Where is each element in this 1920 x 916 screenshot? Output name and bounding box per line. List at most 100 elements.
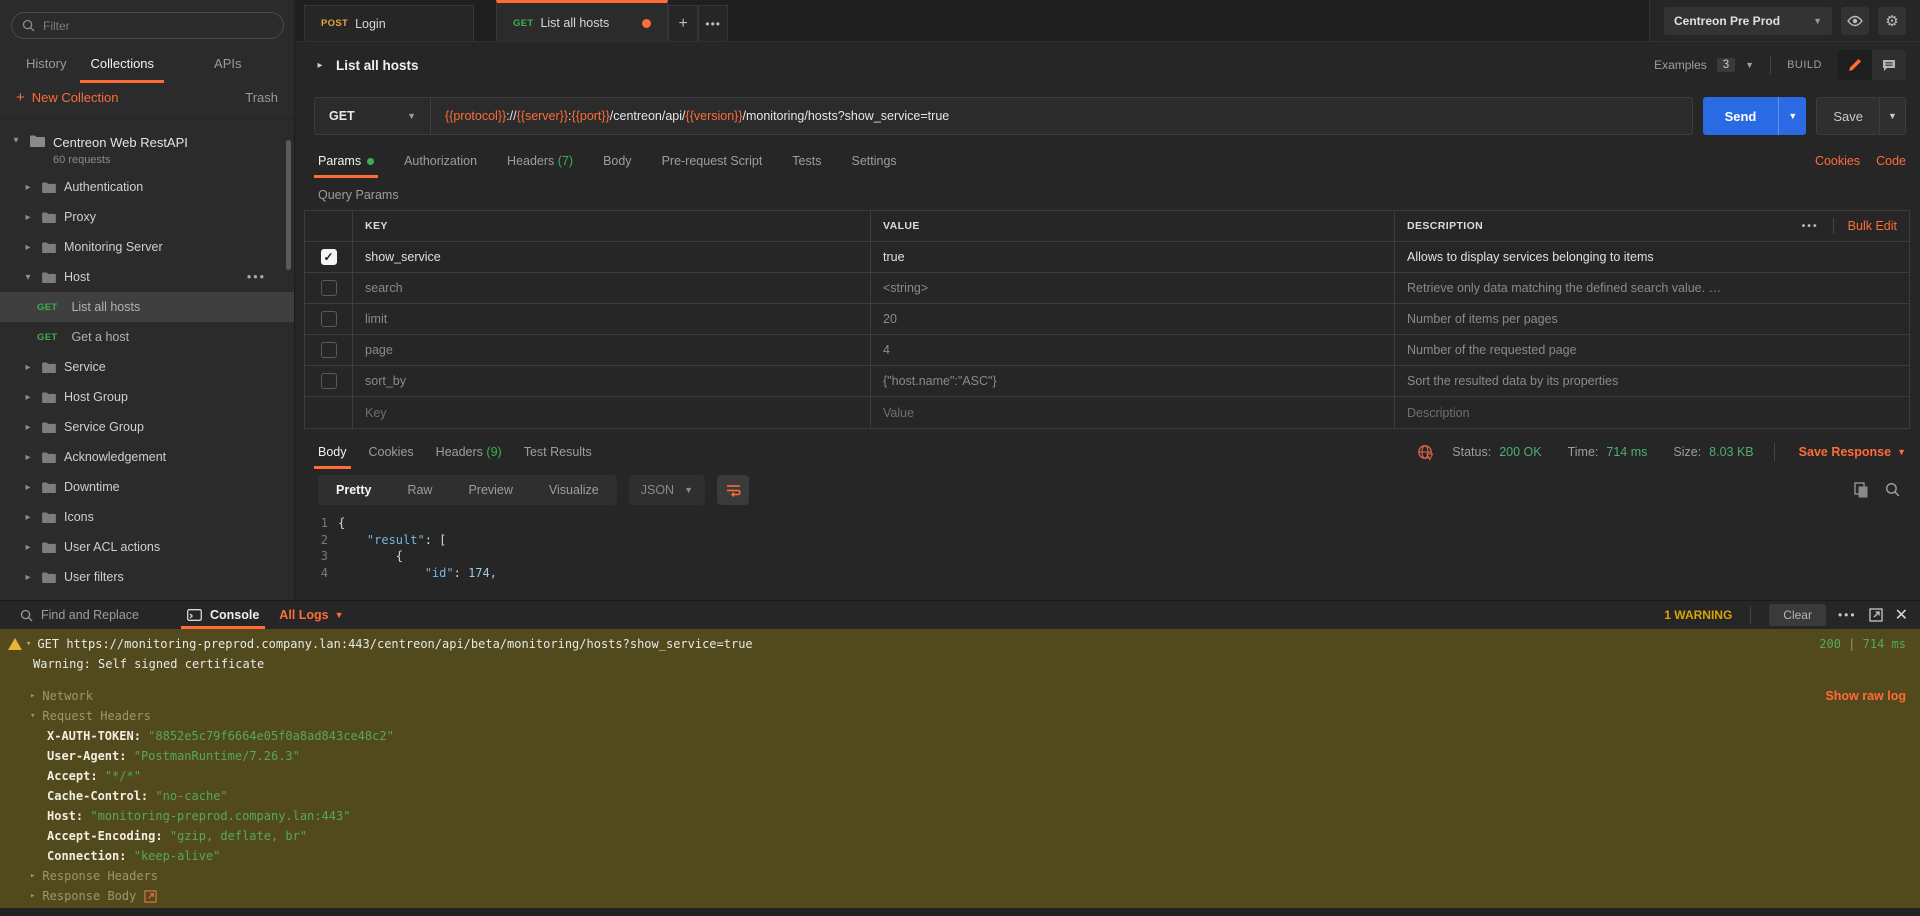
sidebar-scrollbar[interactable]: [286, 140, 291, 270]
param-value[interactable]: {"host.name":"ASC"}: [871, 366, 1395, 396]
new-collection-button[interactable]: +New Collection: [16, 89, 118, 106]
response-body-editor[interactable]: 1{ 2 "result": [ 3 { 4 "id": 174,: [296, 509, 1920, 581]
param-description[interactable]: Number of items per pages: [1395, 304, 1909, 334]
param-description-placeholder[interactable]: Description: [1395, 397, 1909, 428]
tab-options-button[interactable]: •••: [698, 5, 728, 41]
examples-label[interactable]: Examples: [1654, 58, 1707, 72]
chevron-down-icon[interactable]: ▼: [1745, 60, 1754, 70]
checkbox-checked[interactable]: ✓: [321, 249, 337, 265]
view-preview[interactable]: Preview: [450, 475, 530, 505]
log-request-line[interactable]: GET https://monitoring-preprod.company.l…: [37, 637, 752, 651]
chevron-right-icon[interactable]: ▸: [22, 512, 34, 523]
console-more-options-icon[interactable]: •••: [1838, 608, 1857, 622]
sidebar-folder-user-filters[interactable]: ▸ User filters: [0, 562, 294, 592]
search-icon[interactable]: [1885, 482, 1900, 498]
console-tab[interactable]: Console: [181, 601, 265, 629]
format-selector[interactable]: JSON ▼: [629, 475, 705, 505]
wrap-lines-button[interactable]: [717, 475, 749, 505]
tab-prerequest-script[interactable]: Pre-request Script: [662, 145, 763, 177]
sidebar-folder-user-acl-actions[interactable]: ▸ User ACL actions: [0, 532, 294, 562]
response-tab-body[interactable]: Body: [318, 436, 347, 468]
param-key[interactable]: limit: [353, 304, 871, 334]
chevron-right-icon[interactable]: ▸: [22, 182, 34, 193]
view-pretty[interactable]: Pretty: [318, 475, 389, 505]
collection-root[interactable]: ▾ Centreon Web RestAPI 60 requests: [0, 127, 294, 172]
network-error-icon[interactable]: [1417, 444, 1434, 461]
tab-login[interactable]: POST Login: [304, 5, 474, 41]
tab-collections[interactable]: Collections: [78, 46, 166, 81]
url-input[interactable]: {{protocol}}://{{server}}:{{port}}/centr…: [431, 98, 1692, 134]
all-logs-filter[interactable]: All Logs ▼: [273, 601, 349, 629]
param-description[interactable]: Sort the resulted data by its properties: [1395, 366, 1909, 396]
param-key[interactable]: page: [353, 335, 871, 365]
sidebar-folder-proxy[interactable]: ▸ Proxy: [0, 202, 294, 232]
save-options-button[interactable]: ▼: [1879, 98, 1905, 134]
checkbox-unchecked[interactable]: [321, 373, 337, 389]
log-request-headers-toggle[interactable]: Request Headers: [42, 709, 150, 723]
chevron-down-icon[interactable]: ▾: [10, 135, 22, 146]
response-tab-cookies[interactable]: Cookies: [369, 436, 414, 468]
param-key-placeholder[interactable]: Key: [353, 397, 871, 428]
save-response-button[interactable]: Save Response▼: [1799, 445, 1906, 459]
sidebar-folder-downtime[interactable]: ▸ Downtime: [0, 472, 294, 502]
send-options-button[interactable]: ▼: [1778, 97, 1806, 135]
sidebar-folder-service-group[interactable]: ▸ Service Group: [0, 412, 294, 442]
open-external-icon[interactable]: [144, 890, 157, 903]
sidebar-folder-host[interactable]: ▾ Host •••: [0, 262, 294, 292]
tab-apis[interactable]: APIs: [202, 46, 253, 81]
param-key[interactable]: show_service: [353, 242, 871, 272]
log-response-body-toggle[interactable]: Response Body: [42, 889, 136, 903]
clear-console-button[interactable]: Clear: [1769, 604, 1826, 626]
sidebar-folder-service[interactable]: ▸ Service: [0, 352, 294, 382]
sidebar-folder-authentication[interactable]: ▸ Authentication: [0, 172, 294, 202]
param-value[interactable]: true: [871, 242, 1395, 272]
sidebar-folder-host-group[interactable]: ▸ Host Group: [0, 382, 294, 412]
sidebar-folder-monitoring-server[interactable]: ▸ Monitoring Server: [0, 232, 294, 262]
chevron-right-icon[interactable]: ▸: [22, 242, 34, 253]
param-value-placeholder[interactable]: Value: [871, 397, 1395, 428]
more-options-icon[interactable]: •••: [247, 270, 266, 284]
params-more-options-icon[interactable]: •••: [1802, 220, 1819, 232]
find-and-replace-button[interactable]: Find and Replace: [14, 601, 145, 629]
close-icon[interactable]: ✕: [1895, 605, 1908, 625]
response-tab-headers[interactable]: Headers (9): [436, 436, 502, 468]
response-tab-test-results[interactable]: Test Results: [524, 436, 592, 468]
param-description[interactable]: Allows to display services belonging to …: [1395, 242, 1909, 272]
chevron-down-icon[interactable]: ▾: [22, 272, 34, 283]
chevron-right-icon[interactable]: ▸: [22, 392, 34, 403]
console-log[interactable]: ▾ GET https://monitoring-preprod.company…: [0, 629, 1920, 909]
chevron-right-icon[interactable]: ▸: [22, 212, 34, 223]
environment-selector[interactable]: Centreon Pre Prod ▼: [1664, 7, 1832, 35]
new-tab-button[interactable]: +: [668, 5, 698, 41]
tab-list-all-hosts[interactable]: GET List all hosts: [496, 0, 668, 41]
code-link[interactable]: Code: [1876, 154, 1906, 168]
cookies-link[interactable]: Cookies: [1815, 154, 1860, 168]
log-response-headers-toggle[interactable]: Response Headers: [42, 869, 158, 883]
tab-settings[interactable]: Settings: [851, 145, 896, 177]
chevron-right-icon[interactable]: ▸: [22, 542, 34, 553]
chevron-right-icon[interactable]: ▸: [22, 452, 34, 463]
open-external-icon[interactable]: [1869, 608, 1883, 622]
show-raw-log-link[interactable]: Show raw log: [1825, 689, 1906, 703]
sidebar-folder-acknowledgement[interactable]: ▸ Acknowledgement: [0, 442, 294, 472]
filter-input[interactable]: Filter: [11, 12, 284, 39]
chevron-right-icon[interactable]: ▸: [22, 362, 34, 373]
tab-tests[interactable]: Tests: [792, 145, 821, 177]
save-button[interactable]: Save: [1817, 98, 1879, 134]
view-raw[interactable]: Raw: [389, 475, 450, 505]
chevron-right-icon[interactable]: ▸: [22, 482, 34, 493]
environment-settings-button[interactable]: ⚙: [1878, 7, 1906, 35]
bulk-edit-link[interactable]: Bulk Edit: [1848, 219, 1897, 233]
comments-button[interactable]: [1872, 50, 1906, 80]
param-key[interactable]: search: [353, 273, 871, 303]
param-value[interactable]: 20: [871, 304, 1395, 334]
tab-body[interactable]: Body: [603, 145, 632, 177]
param-description[interactable]: Retrieve only data matching the defined …: [1395, 273, 1909, 303]
method-selector[interactable]: GET ▼: [315, 98, 431, 134]
sidebar-folder-icons[interactable]: ▸ Icons: [0, 502, 294, 532]
chevron-right-icon[interactable]: ▸: [22, 572, 34, 583]
log-network-toggle[interactable]: Network: [42, 689, 93, 703]
view-visualize[interactable]: Visualize: [531, 475, 617, 505]
param-value[interactable]: <string>: [871, 273, 1395, 303]
tab-history[interactable]: History: [14, 46, 78, 81]
